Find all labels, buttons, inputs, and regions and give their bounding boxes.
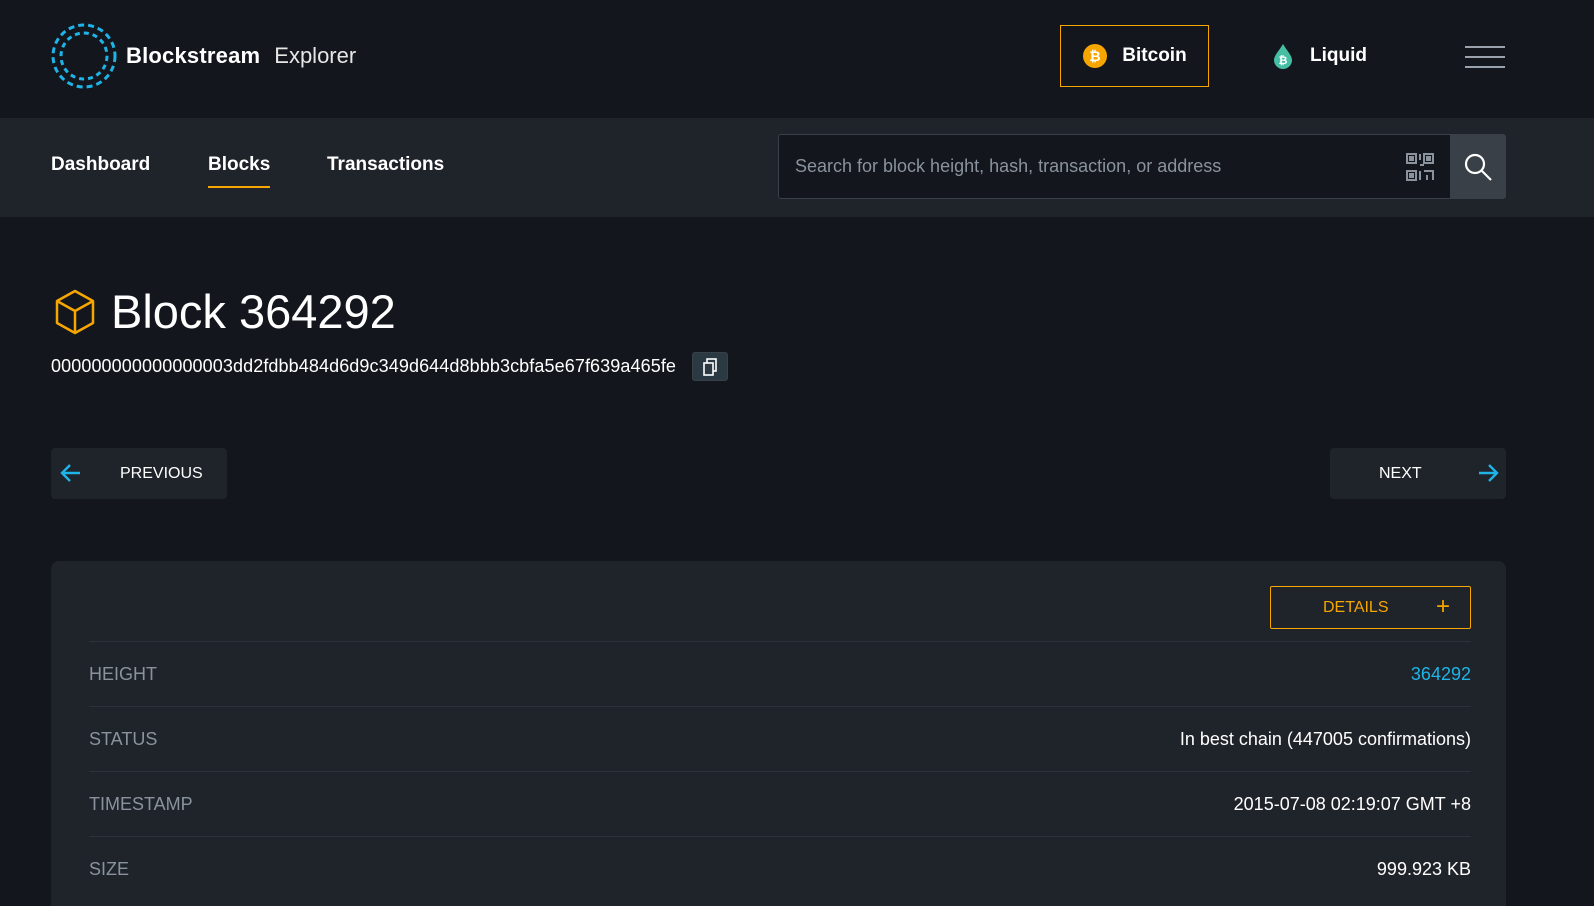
qr-code-icon[interactable]	[1390, 135, 1450, 198]
detail-value: 2015-07-08 02:19:07 GMT +8	[1233, 793, 1471, 814]
brand-logo-link[interactable]: Blockstream Explorer	[50, 22, 356, 90]
copy-button[interactable]	[692, 352, 729, 381]
detail-value: In best chain (447005 confirmations)	[1179, 728, 1471, 749]
network-bitcoin-label: Bitcoin	[1122, 45, 1187, 66]
block-title: Block 364292	[111, 285, 396, 338]
network-liquid-label: Liquid	[1310, 45, 1367, 66]
block-details-card: DETAILS + HEIGHT 364292 STATUS In best c…	[51, 561, 1506, 906]
brand-name: Blockstream	[126, 43, 261, 68]
block-hash: 000000000000000003dd2fdbb484d6d9c349d644…	[51, 356, 677, 376]
svg-text:₿: ₿	[1279, 54, 1288, 67]
detail-key: TIMESTAMP	[89, 793, 193, 814]
liquid-drop-icon: ₿	[1274, 44, 1292, 69]
copy-icon	[703, 357, 717, 376]
hamburger-menu-icon[interactable]	[1465, 46, 1505, 68]
detail-row-timestamp: TIMESTAMP 2015-07-08 02:19:07 GMT +8	[89, 771, 1471, 836]
detail-row-size: SIZE 999.923 KB	[89, 836, 1471, 901]
detail-row-height: HEIGHT 364292	[89, 641, 1471, 706]
network-liquid-button[interactable]: ₿ Liquid	[1270, 25, 1390, 87]
next-label: NEXT	[1379, 464, 1422, 482]
detail-value: 999.923 KB	[1376, 858, 1471, 879]
height-link[interactable]: 364292	[1411, 664, 1471, 685]
page-title: Block 364292	[53, 284, 396, 339]
brand-product: Explorer	[274, 43, 357, 68]
tab-transactions[interactable]: Transactions	[327, 154, 444, 186]
arrow-left-icon	[60, 464, 80, 482]
top-header: Blockstream Explorer ₿ Bitcoin ₿ Liquid	[0, 0, 1594, 118]
block-hash-row: 000000000000000003dd2fdbb484d6d9c349d644…	[51, 352, 729, 381]
search-box	[778, 134, 1506, 199]
tab-blocks[interactable]: Blocks	[208, 154, 271, 188]
details-toggle-label: DETAILS	[1323, 598, 1389, 616]
blockstream-logo-icon	[51, 23, 117, 89]
previous-block-button[interactable]: PREVIOUS	[51, 448, 227, 499]
network-bitcoin-button[interactable]: ₿ Bitcoin	[1060, 25, 1209, 87]
details-toggle-button[interactable]: DETAILS +	[1270, 586, 1471, 629]
search-icon	[1464, 153, 1492, 181]
svg-text:₿: ₿	[1090, 49, 1101, 65]
cube-icon	[55, 289, 95, 334]
bitcoin-coin-icon: ₿	[1083, 44, 1108, 68]
tab-dashboard[interactable]: Dashboard	[51, 154, 150, 186]
main-nav: Dashboard Blocks Transactions	[0, 118, 1594, 217]
previous-label: PREVIOUS	[120, 464, 203, 482]
search-button[interactable]	[1450, 135, 1505, 198]
search-input[interactable]	[779, 135, 1390, 198]
detail-row-status: STATUS In best chain (447005 confirmatio…	[89, 706, 1471, 771]
detail-key: STATUS	[89, 728, 158, 749]
plus-icon: +	[1436, 593, 1451, 620]
next-block-button[interactable]: NEXT	[1330, 448, 1506, 499]
detail-key: SIZE	[89, 858, 130, 879]
detail-key: HEIGHT	[89, 663, 158, 684]
arrow-right-icon	[1479, 464, 1499, 482]
